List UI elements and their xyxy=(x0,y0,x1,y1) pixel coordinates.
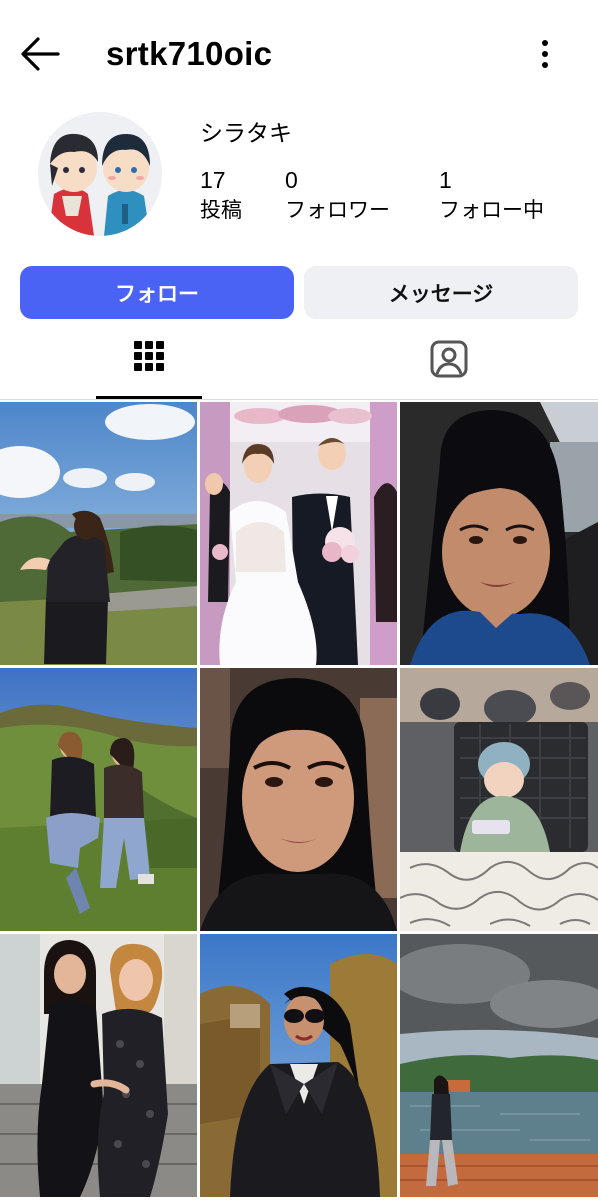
photo-baby-in-chair xyxy=(400,668,598,931)
followers-label: フォロワー xyxy=(285,198,390,222)
tab-tagged[interactable] xyxy=(396,334,502,400)
grid-icon xyxy=(134,341,164,371)
cartoon-avatar-icon xyxy=(38,112,162,236)
following-stat[interactable]: 1 フォロー中 xyxy=(439,166,544,226)
tab-posts-grid[interactable] xyxy=(96,334,202,400)
post-thumbnail[interactable] xyxy=(400,668,598,931)
profile-username: srtk710oic xyxy=(106,35,273,72)
followers-count: 0 xyxy=(285,167,298,193)
photo-car-selfie xyxy=(400,402,598,665)
profile-avatar[interactable] xyxy=(38,112,162,236)
posts-label: 投稿 xyxy=(200,198,242,222)
photo-wedding-couple xyxy=(200,402,397,665)
message-button[interactable]: メッセージ xyxy=(304,266,578,319)
posts-count: 17 xyxy=(200,167,226,193)
photo-woman-selfie xyxy=(200,668,397,931)
posts-grid xyxy=(0,402,598,1200)
photo-woman-in-sunglasses-autumn xyxy=(200,934,397,1197)
posts-stat[interactable]: 17 投稿 xyxy=(200,166,242,226)
profile-display-name: シラタキ xyxy=(200,121,292,147)
more-vertical-icon xyxy=(542,40,548,68)
photo-woman-by-lake xyxy=(400,934,598,1197)
following-count: 1 xyxy=(439,167,452,193)
post-thumbnail[interactable] xyxy=(200,402,397,665)
post-thumbnail[interactable] xyxy=(0,934,197,1197)
arrow-left-icon xyxy=(21,37,60,71)
followers-stat[interactable]: 0 フォロワー xyxy=(285,166,390,226)
tab-divider xyxy=(0,399,598,400)
follow-button[interactable]: フォロー xyxy=(20,266,294,319)
post-thumbnail[interactable] xyxy=(400,402,598,665)
post-thumbnail[interactable] xyxy=(200,668,397,931)
photo-woman-overlooking-city xyxy=(0,402,197,665)
more-options-button[interactable] xyxy=(528,36,562,72)
post-thumbnail[interactable] xyxy=(200,934,397,1197)
post-thumbnail[interactable] xyxy=(0,402,197,665)
back-button[interactable] xyxy=(18,34,62,74)
photo-two-women-posing xyxy=(0,934,197,1197)
post-thumbnail[interactable] xyxy=(400,934,598,1197)
tagged-person-icon xyxy=(430,340,468,378)
post-thumbnail[interactable] xyxy=(0,668,197,931)
photo-two-women-on-hill xyxy=(0,668,197,931)
top-bar: srtk710oic xyxy=(0,0,598,106)
following-label: フォロー中 xyxy=(439,198,544,222)
